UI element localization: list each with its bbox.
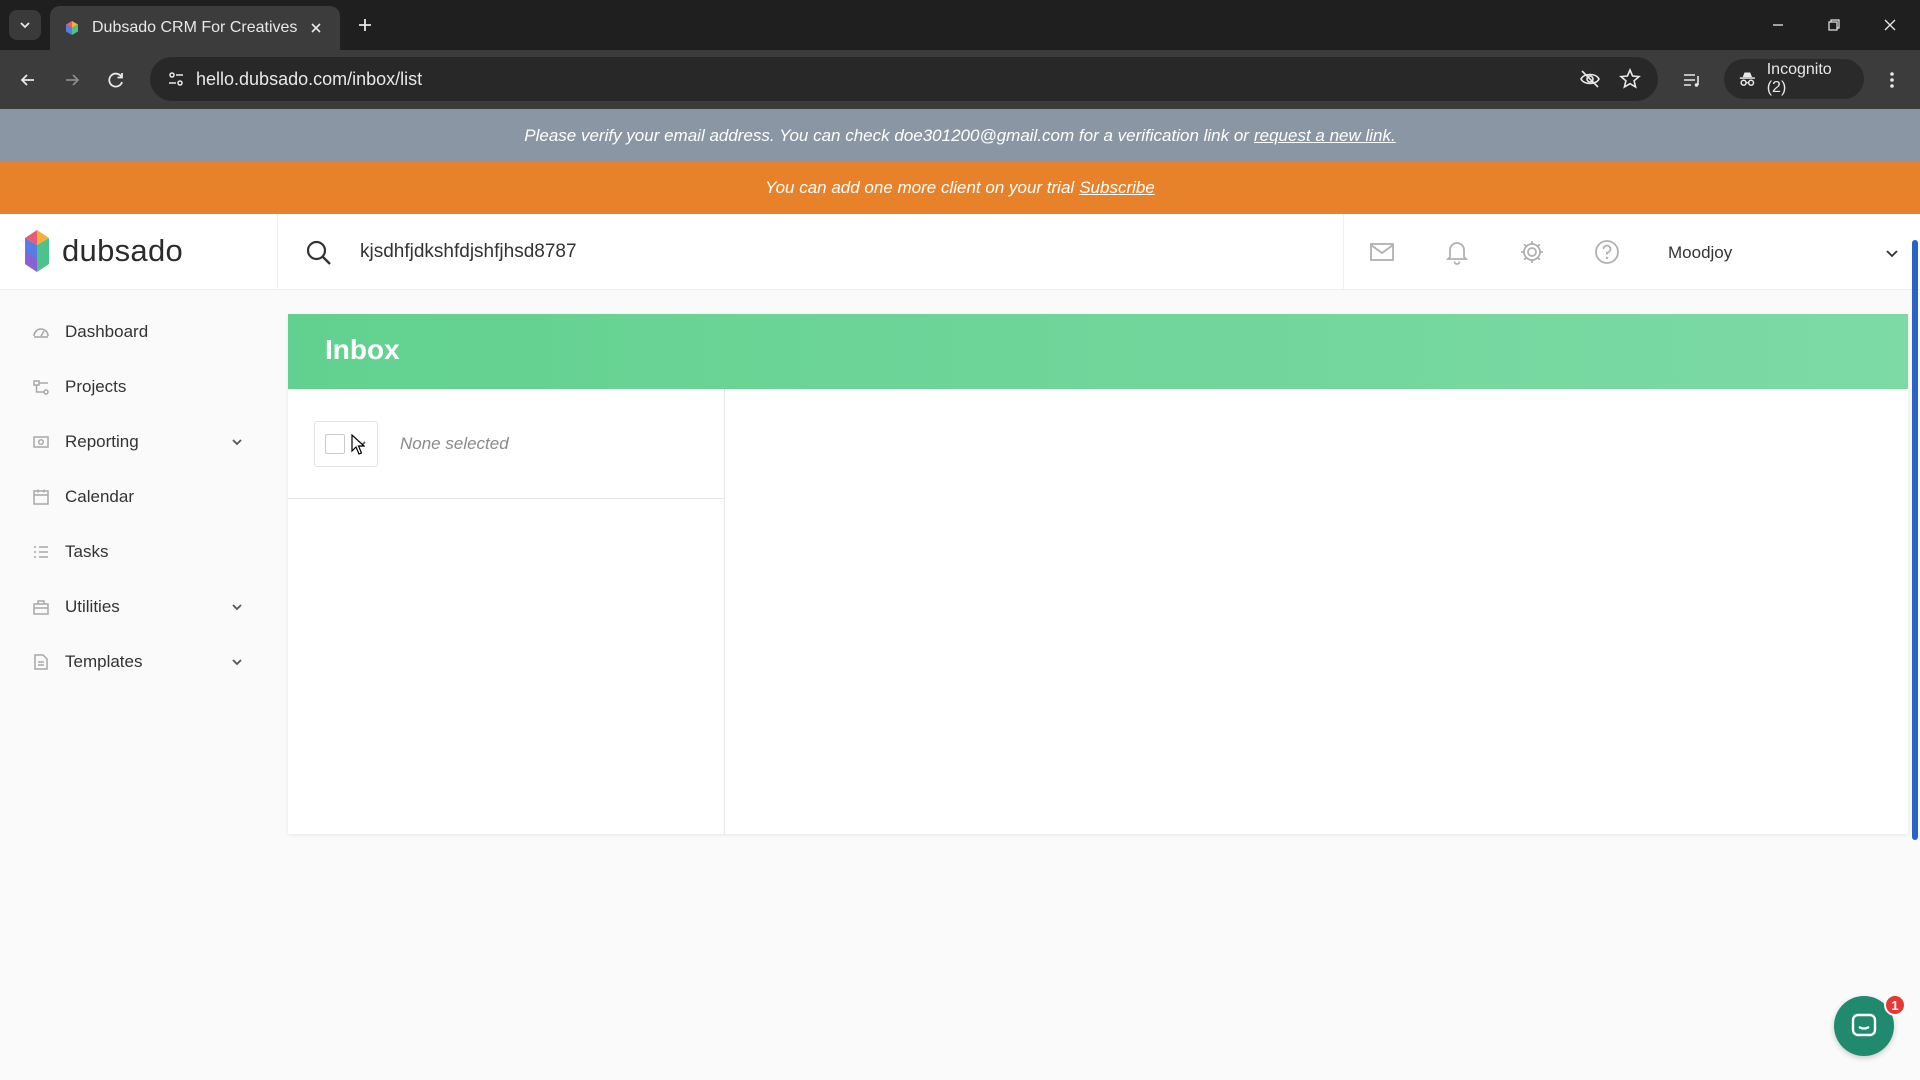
mail-icon[interactable] xyxy=(1366,236,1398,268)
verify-email-text: Please verify your email address. You ca… xyxy=(524,125,1249,145)
address-bar[interactable]: hello.dubsado.com/inbox/list xyxy=(150,57,1658,101)
new-tab-button[interactable] xyxy=(352,12,378,38)
tab-title: Dubsado CRM For Creatives xyxy=(92,19,298,36)
inbox-header: Inbox xyxy=(288,314,1908,389)
gear-icon[interactable] xyxy=(1516,236,1548,268)
inbox-panel: Inbox None selected xyxy=(288,314,1908,834)
sidebar: Dashboard Projects Reporting Calendar Ta… xyxy=(0,290,260,1080)
tasks-icon xyxy=(30,541,52,563)
verify-email-banner: Please verify your email address. You ca… xyxy=(0,109,1920,162)
bell-icon[interactable] xyxy=(1441,236,1473,268)
incognito-icon xyxy=(1739,72,1755,86)
reporting-icon xyxy=(30,431,52,453)
notification-badge: 1 xyxy=(1884,994,1906,1016)
header-divider xyxy=(1343,214,1344,290)
chevron-down-icon[interactable] xyxy=(226,651,248,673)
search-icon[interactable] xyxy=(302,236,336,270)
restore-button[interactable] xyxy=(1814,8,1854,42)
list-toolbar: None selected xyxy=(288,389,724,499)
user-name: Moodjoy xyxy=(1668,243,1733,262)
trial-banner: You can add one more client on your tria… xyxy=(0,162,1920,214)
page-title: Inbox xyxy=(325,334,400,365)
bookmark-star-icon[interactable] xyxy=(1616,65,1644,93)
plus-icon xyxy=(359,19,371,31)
sidebar-item-calendar[interactable]: Calendar xyxy=(30,479,248,515)
incognito-indicator[interactable]: Incognito (2) xyxy=(1724,59,1864,99)
sidebar-item-templates[interactable]: Templates xyxy=(30,644,248,680)
back-button[interactable] xyxy=(12,64,44,96)
sidebar-item-tasks[interactable]: Tasks xyxy=(30,534,248,570)
chevron-down-icon[interactable] xyxy=(226,596,248,618)
tab-close-icon[interactable] xyxy=(306,18,326,38)
subscribe-link[interactable]: Subscribe xyxy=(1079,178,1155,198)
sidebar-item-projects[interactable]: Projects xyxy=(30,369,248,405)
sidebar-item-label: Dashboard xyxy=(65,322,149,341)
dubsado-favicon-icon xyxy=(66,21,78,35)
sidebar-item-dashboard[interactable]: Dashboard xyxy=(30,314,248,350)
eye-off-icon[interactable] xyxy=(1576,65,1604,93)
sidebar-item-utilities[interactable]: Utilities xyxy=(30,589,248,625)
projects-icon xyxy=(30,376,52,398)
close-icon xyxy=(1884,19,1896,31)
sidebar-item-label: Templates xyxy=(65,652,143,671)
playlist-icon xyxy=(1684,74,1699,87)
browser-menu-button[interactable] xyxy=(1876,64,1908,96)
app-header: dubsado Moodjoy xyxy=(0,214,1920,290)
sidebar-item-label: Projects xyxy=(65,377,127,396)
sidebar-item-label: Utilities xyxy=(65,597,120,616)
url-text: hello.dubsado.com/inbox/list xyxy=(196,69,423,89)
request-new-link[interactable]: request a new link. xyxy=(1254,126,1396,146)
minimize-button[interactable] xyxy=(1758,8,1798,42)
chevron-down-icon[interactable] xyxy=(226,431,248,453)
tab-list-button[interactable] xyxy=(9,10,41,40)
reload-icon xyxy=(108,72,123,88)
bulk-select-dropdown[interactable] xyxy=(314,421,378,467)
back-arrow-icon xyxy=(20,74,34,86)
select-all-checkbox[interactable] xyxy=(325,434,345,454)
incognito-label: Incognito (2) xyxy=(1766,61,1832,96)
templates-icon xyxy=(30,651,52,673)
trial-text: You can add one more client on your tria… xyxy=(765,178,1075,197)
dashboard-icon xyxy=(30,321,52,343)
browser-tab-bar: Dubsado CRM For Creatives xyxy=(0,0,1920,50)
sidebar-item-label: Tasks xyxy=(65,542,109,561)
forward-arrow-icon xyxy=(66,74,80,86)
page-scrollbar[interactable] xyxy=(1912,240,1918,840)
restore-icon xyxy=(1828,19,1840,31)
calendar-icon xyxy=(30,486,52,508)
chat-bubble-icon xyxy=(1851,1013,1877,1037)
header-divider xyxy=(277,214,278,290)
search-input[interactable] xyxy=(360,234,1320,270)
site-info-icon[interactable] xyxy=(162,65,190,93)
selection-status: None selected xyxy=(400,434,509,453)
more-vertical-icon xyxy=(1890,72,1894,88)
dubsado-logo[interactable]: dubsado xyxy=(22,228,183,274)
mouse-cursor-icon xyxy=(351,434,365,455)
chevron-down-icon xyxy=(1886,250,1898,258)
media-controls-button[interactable] xyxy=(1676,64,1708,96)
browser-toolbar: hello.dubsado.com/inbox/list Incognito (… xyxy=(0,50,1920,109)
reload-button[interactable] xyxy=(100,64,132,96)
message-detail-pane xyxy=(725,389,1908,834)
message-list-pane: None selected xyxy=(288,389,725,834)
chevron-down-icon xyxy=(20,22,30,29)
user-menu[interactable]: Moodjoy xyxy=(1668,238,1900,268)
dubsado-logo-icon xyxy=(25,230,49,272)
sidebar-item-reporting[interactable]: Reporting xyxy=(30,424,248,460)
sidebar-item-label: Calendar xyxy=(65,487,134,506)
sidebar-item-label: Reporting xyxy=(65,432,139,451)
close-window-button[interactable] xyxy=(1870,8,1910,42)
minimize-icon xyxy=(1773,24,1783,26)
help-icon[interactable] xyxy=(1591,236,1623,268)
forward-button[interactable] xyxy=(56,64,88,96)
logo-text: dubsado xyxy=(62,233,184,268)
utilities-icon xyxy=(30,596,52,618)
browser-tab[interactable]: Dubsado CRM For Creatives xyxy=(50,6,340,50)
